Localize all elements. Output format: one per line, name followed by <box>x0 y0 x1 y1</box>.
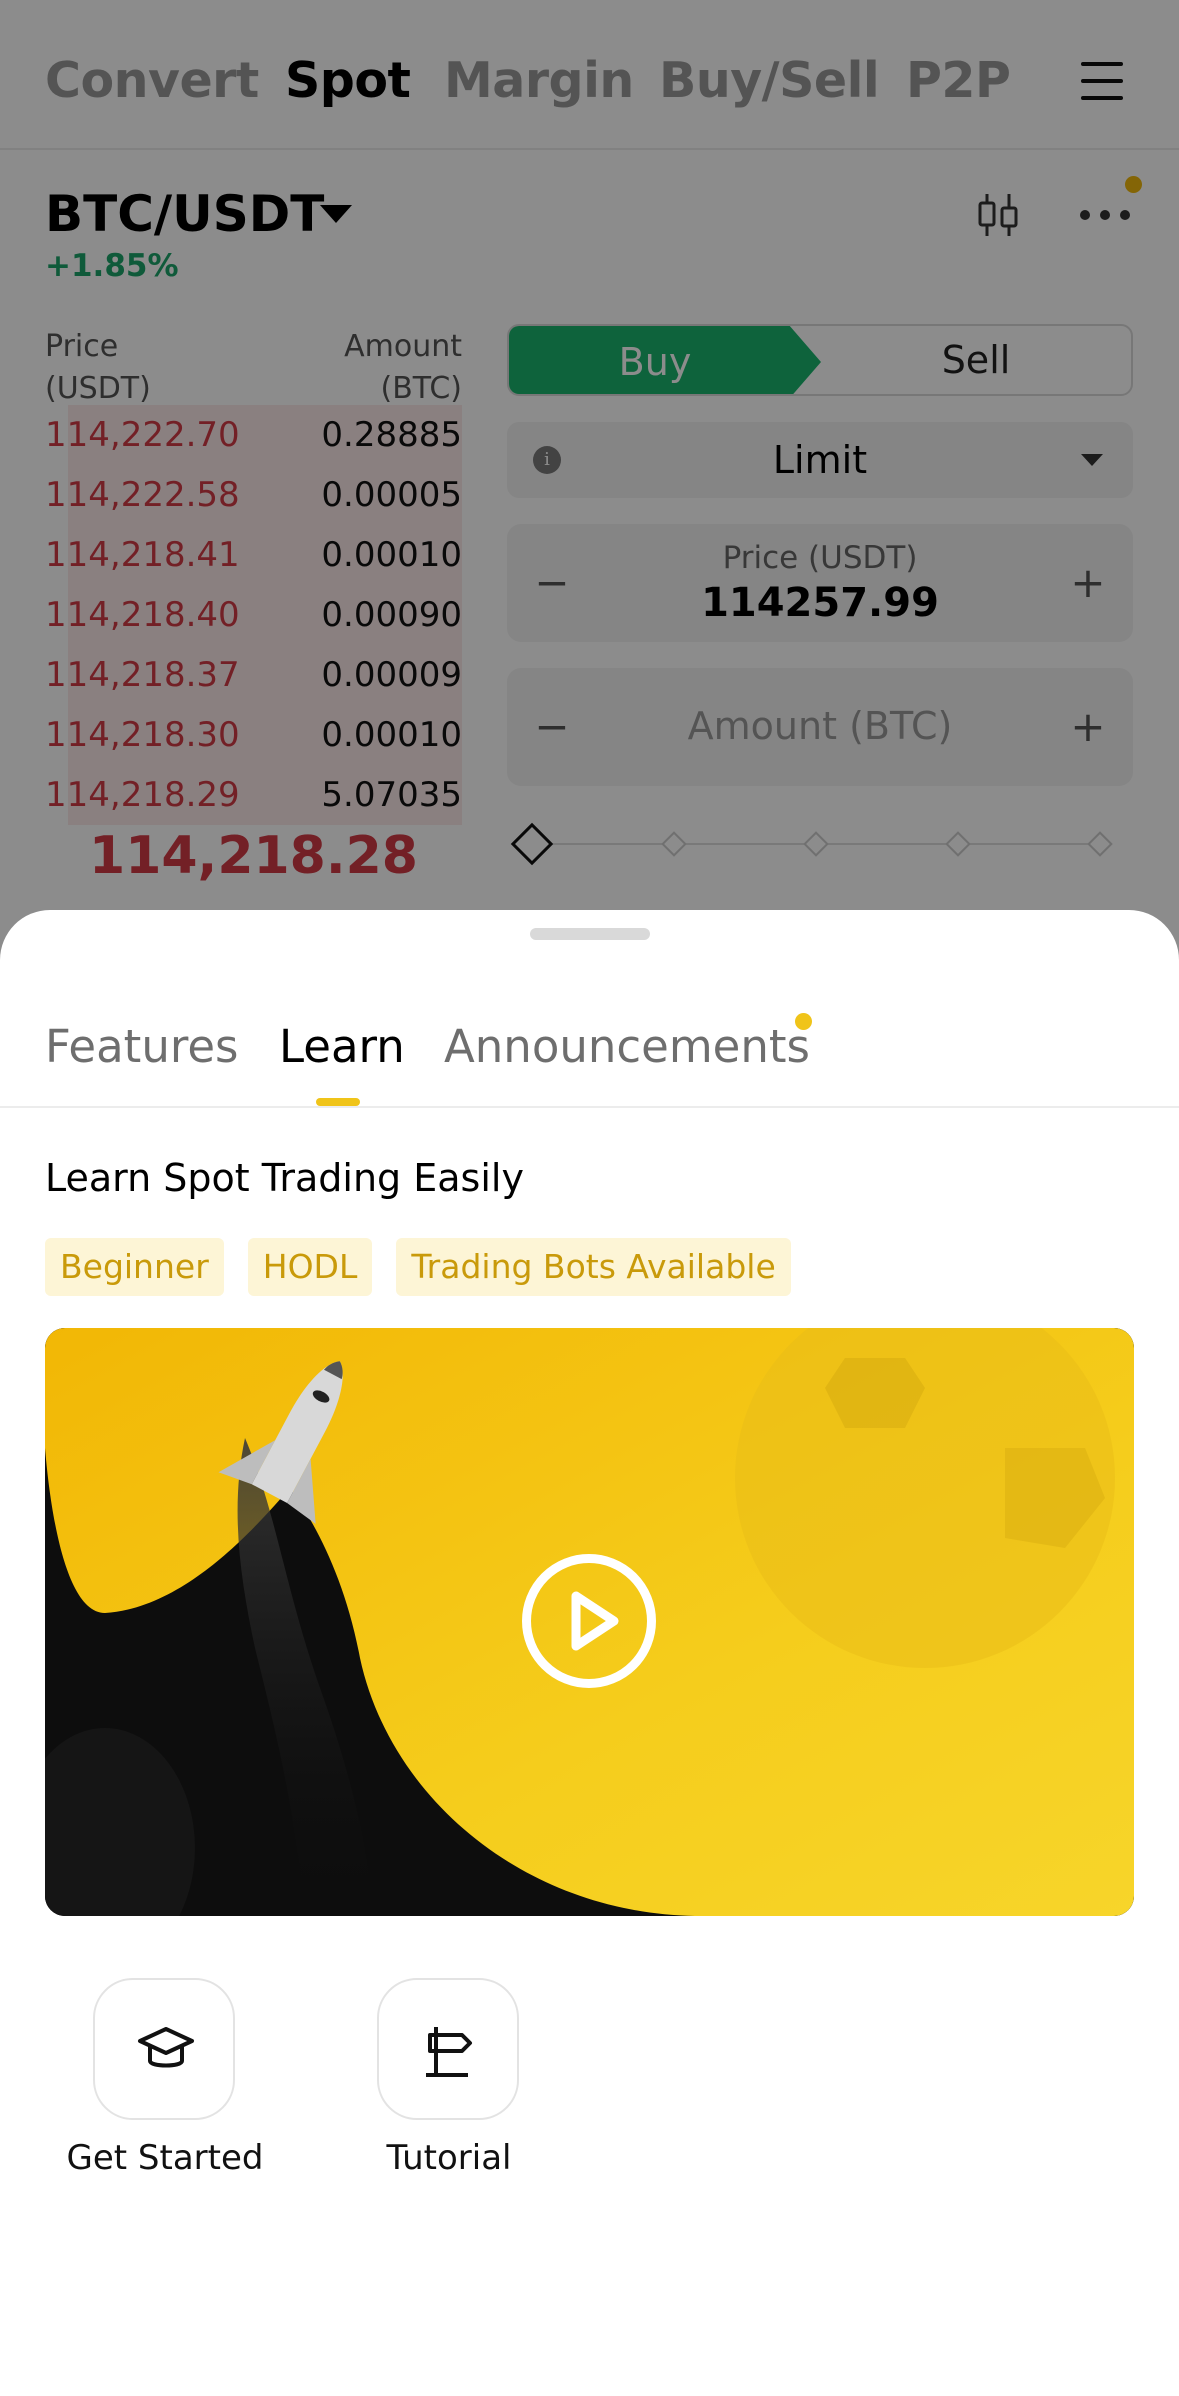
active-tab-indicator <box>316 1098 360 1106</box>
section-title: Learn Spot Trading Easily <box>45 1156 524 1200</box>
tab-learn[interactable]: Learn <box>279 1020 405 1073</box>
tutorial-video[interactable] <box>45 1328 1134 1916</box>
play-icon[interactable] <box>522 1554 656 1688</box>
tab-features[interactable]: Features <box>45 1020 239 1073</box>
notification-dot <box>795 1013 812 1030</box>
dim-overlay[interactable] <box>0 0 1179 1000</box>
get-started-shortcut[interactable]: Get Started <box>65 1978 265 2178</box>
signpost-icon[interactable] <box>377 1978 519 2120</box>
learn-bottom-sheet: Features Learn Announcements Learn Spot … <box>0 910 1179 2396</box>
tutorial-shortcut[interactable]: Tutorial <box>349 1978 549 2178</box>
tag-hodl: HODL <box>247 1238 373 1296</box>
tag-trading-bots: Trading Bots Available <box>396 1238 791 1296</box>
tab-announcements[interactable]: Announcements <box>444 1020 810 1073</box>
get-started-label: Get Started <box>66 2138 264 2178</box>
drag-handle[interactable] <box>530 928 650 940</box>
tag-beginner: Beginner <box>45 1238 224 1296</box>
tutorial-label: Tutorial <box>386 2138 512 2178</box>
divider <box>0 1106 1179 1108</box>
graduation-cap-icon[interactable] <box>93 1978 235 2120</box>
tag-list: Beginner HODL Trading Bots Available <box>45 1238 791 1296</box>
